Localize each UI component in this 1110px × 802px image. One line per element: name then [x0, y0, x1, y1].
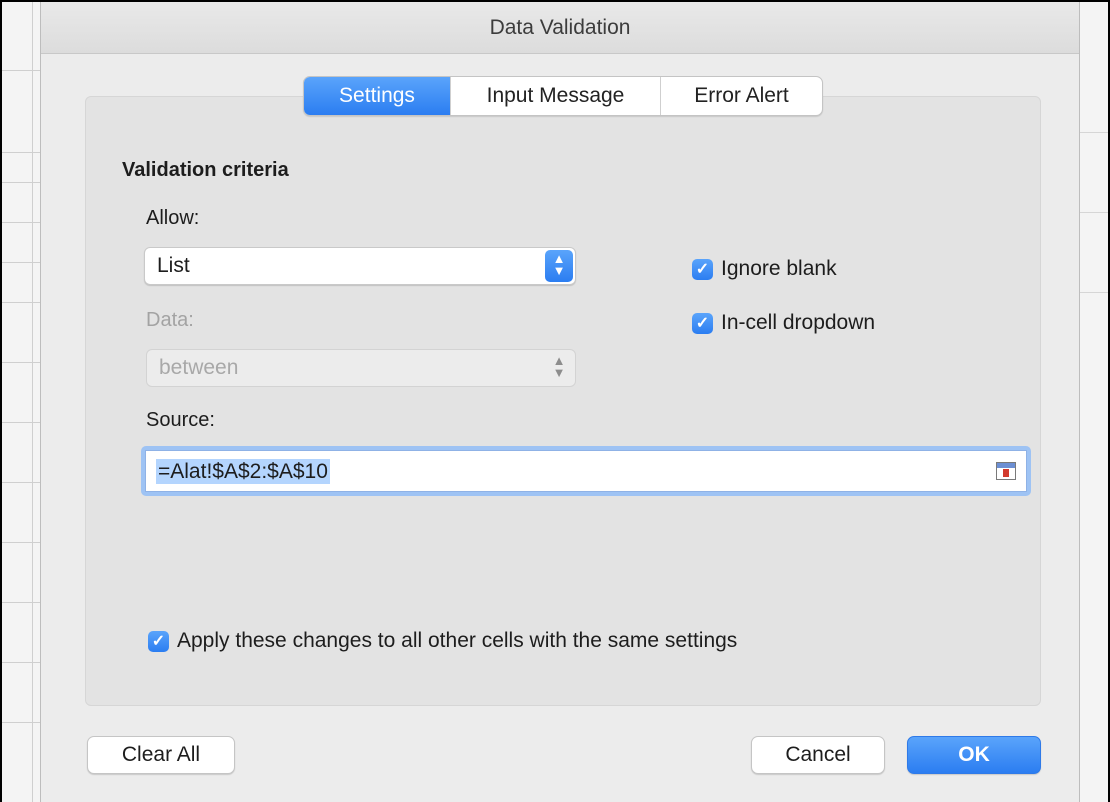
section-title: Validation criteria — [122, 159, 289, 181]
allow-select[interactable]: List ▲ ▼ — [144, 247, 576, 285]
source-label: Source: — [146, 409, 215, 431]
data-select-value: between — [159, 356, 239, 379]
tab-bar: Settings Input Message Error Alert — [303, 76, 823, 116]
checkmark-icon: ✓ — [692, 258, 713, 280]
background-sheet-left — [2, 2, 40, 802]
checkmark-icon: ✓ — [148, 630, 169, 652]
tab-settings[interactable]: Settings — [304, 77, 450, 115]
dialog-title: Data Validation — [41, 2, 1079, 54]
range-select-icon[interactable] — [996, 462, 1016, 480]
tab-error-alert[interactable]: Error Alert — [660, 77, 822, 115]
apply-all-label: Apply these changes to all other cells w… — [177, 629, 738, 652]
data-label: Data: — [146, 309, 194, 331]
select-arrows-icon: ▲ ▼ — [552, 353, 566, 380]
select-arrows-icon: ▲ ▼ — [545, 250, 573, 282]
ignore-blank-checkbox[interactable]: ✓ Ignore blank — [692, 257, 837, 281]
settings-panel: Validation criteria Allow: List ▲ ▼ Data:… — [85, 96, 1041, 706]
data-validation-dialog: Data Validation Settings Input Message E… — [40, 2, 1080, 802]
allow-select-value: List — [157, 254, 190, 277]
clear-all-button[interactable]: Clear All — [87, 736, 235, 774]
background-sheet-right — [1080, 2, 1108, 802]
allow-label: Allow: — [146, 207, 200, 229]
cancel-button[interactable]: Cancel — [751, 736, 885, 774]
source-input-value: =Alat!$A$2:$A$10 — [156, 459, 330, 484]
source-input[interactable]: =Alat!$A$2:$A$10 — [145, 450, 1027, 492]
data-select[interactable]: between ▲ ▼ — [146, 349, 576, 387]
ignore-blank-label: Ignore blank — [721, 257, 837, 280]
in-cell-dropdown-checkbox[interactable]: ✓ In-cell dropdown — [692, 311, 875, 335]
checkmark-icon: ✓ — [692, 312, 713, 334]
apply-all-checkbox[interactable]: ✓ Apply these changes to all other cells… — [148, 629, 737, 653]
ok-button[interactable]: OK — [907, 736, 1041, 774]
in-cell-dropdown-label: In-cell dropdown — [721, 311, 876, 334]
tab-input-message[interactable]: Input Message — [450, 77, 660, 115]
